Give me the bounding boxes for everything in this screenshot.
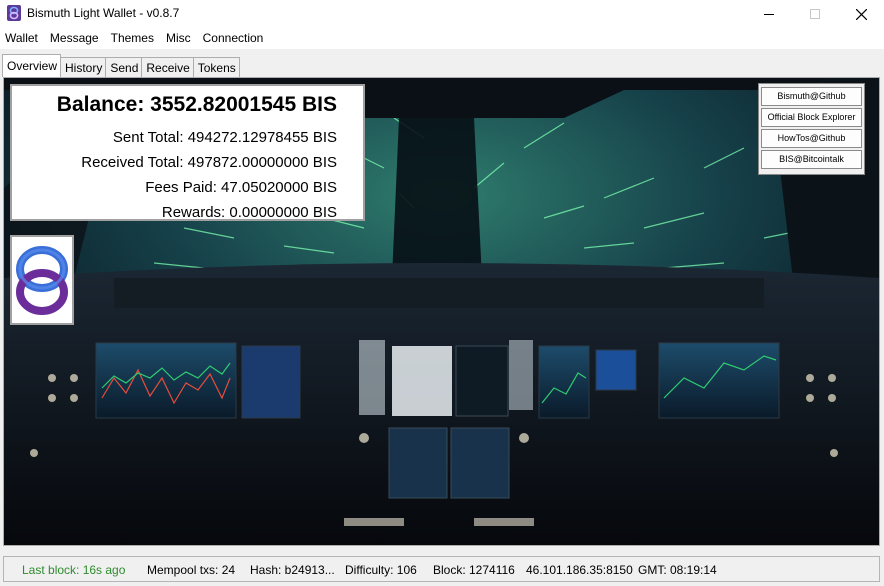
tab-tokens[interactable]: Tokens (192, 57, 240, 77)
links-panel: Bismuth@Github Official Block Explorer H… (758, 83, 865, 175)
menu-themes[interactable]: Themes (106, 28, 161, 49)
title-bar: Bismuth Light Wallet - v0.8.7 (0, 0, 884, 28)
minimize-icon (764, 14, 774, 15)
tab-receive[interactable]: Receive (141, 57, 194, 77)
minimize-button[interactable] (746, 0, 792, 28)
balance-summary-box: Balance: 3552.82001545 BIS Sent Total: 4… (10, 84, 365, 221)
menu-bar: Wallet Message Themes Misc Connection (0, 28, 884, 49)
close-button[interactable] (838, 0, 884, 28)
menu-misc[interactable]: Misc (161, 28, 198, 49)
hash-status: Hash: b24913... (250, 563, 335, 577)
balance-total: Balance: 3552.82001545 BIS (56, 93, 337, 116)
menu-message[interactable]: Message (45, 28, 106, 49)
menu-wallet[interactable]: Wallet (0, 28, 45, 49)
sent-total: Sent Total: 494272.12978455 BIS (112, 129, 337, 146)
block-explorer-link-button[interactable]: Official Block Explorer (761, 108, 862, 127)
bismuth-logo-icon (7, 5, 21, 21)
howtos-link-button[interactable]: HowTos@Github (761, 129, 862, 148)
menu-connection[interactable]: Connection (198, 28, 271, 49)
block-status: Block: 1274116 (433, 563, 515, 577)
bismuth-logo-icon (16, 246, 68, 315)
gmt-status: GMT: 08:19:14 (638, 563, 717, 577)
mempool-status: Mempool txs: 24 (147, 563, 236, 577)
maximize-icon (810, 9, 820, 19)
received-total: Received Total: 497872.00000000 BIS (81, 154, 337, 171)
close-icon (855, 8, 867, 20)
maximize-button[interactable] (792, 0, 838, 28)
github-link-button[interactable]: Bismuth@Github (761, 87, 862, 106)
server-status: 46.101.186.35:8150 (526, 563, 633, 577)
wallet-window: Bismuth Light Wallet - v0.8.7 Wallet Mes… (0, 0, 884, 586)
tab-bar: Overview History Send Receive Tokens (2, 54, 240, 77)
window-title: Bismuth Light Wallet - v0.8.7 (27, 6, 180, 20)
difficulty-status: Difficulty: 106 (345, 563, 417, 577)
tab-overview[interactable]: Overview (2, 54, 62, 77)
bismuth-logo (10, 235, 74, 325)
status-bar: Last block: 16s ago Mempool txs: 24 Hash… (3, 556, 880, 582)
overview-panel: Balance: 3552.82001545 BIS Sent Total: 4… (3, 77, 880, 546)
tab-send[interactable]: Send (105, 57, 143, 77)
rewards: Rewards: 0.00000000 BIS (161, 204, 337, 221)
bitcointalk-link-button[interactable]: BIS@Bitcointalk (761, 150, 862, 169)
last-block-status: Last block: 16s ago (22, 563, 126, 577)
fees-paid: Fees Paid: 47.05020000 BIS (145, 179, 337, 196)
tab-history[interactable]: History (60, 57, 107, 77)
